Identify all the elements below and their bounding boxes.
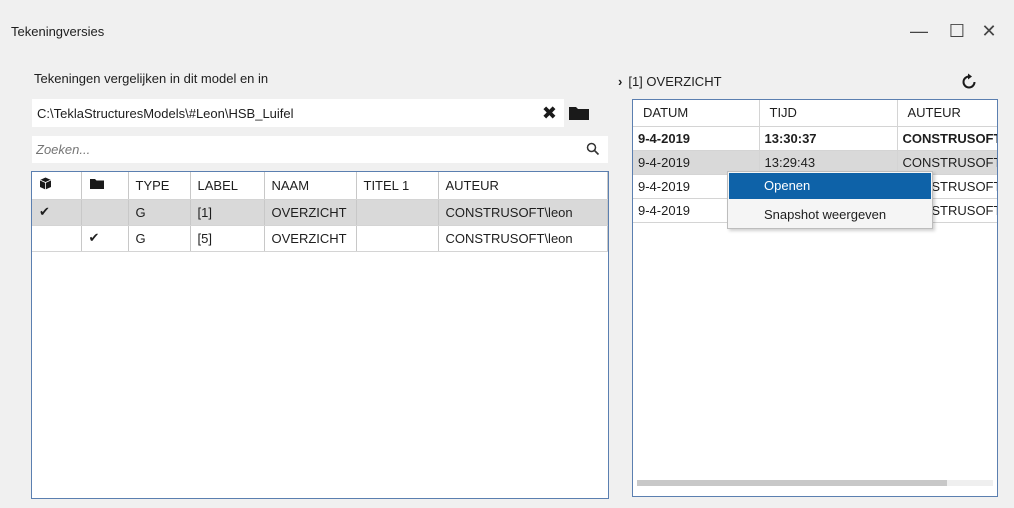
table-row[interactable]: ✔ G [1] OVERZICHT CONSTRUSOFT\leon <box>32 199 608 226</box>
cube-icon <box>39 177 52 190</box>
maximize-button[interactable]: ☐ <box>944 18 970 44</box>
window-title: Tekeningversies <box>11 24 105 39</box>
model-path-field[interactable]: C:\TeklaStructuresModels\#Leon\HSB_Luife… <box>32 99 564 127</box>
versions-grid[interactable]: DATUM TIJD AUTEUR 9-4-2019 13:30:37 CONS… <box>632 99 998 497</box>
label-cell: [5] <box>190 225 265 252</box>
column-header-folder[interactable] <box>81 172 129 200</box>
horizontal-scrollbar[interactable] <box>637 480 993 486</box>
model-check-cell: ✔ <box>32 199 82 226</box>
datum-cell: 9-4-2019 <box>633 126 760 151</box>
version-breadcrumb: › [1] OVERZICHT <box>618 74 722 89</box>
folder-icon[interactable] <box>568 105 590 121</box>
close-icon[interactable]: ✖ <box>542 103 557 124</box>
column-header-tijd[interactable]: TIJD <box>759 100 898 127</box>
context-menu: Openen Snapshot weergeven <box>727 171 933 229</box>
folder-check-cell: ✔ <box>81 225 129 252</box>
titel-cell <box>356 199 439 226</box>
column-header-label[interactable]: LABEL <box>190 172 265 200</box>
search-icon[interactable] <box>586 142 600 156</box>
context-menu-item-snapshot[interactable]: Snapshot weergeven <box>729 202 931 228</box>
title-bar: Tekeningversies — ☐ ✕ <box>0 0 1014 53</box>
type-cell: G <box>128 199 191 226</box>
search-input[interactable] <box>34 138 574 160</box>
column-header-type[interactable]: TYPE <box>128 172 191 200</box>
column-header-model[interactable] <box>32 172 82 200</box>
auteur-cell: CONSTRUSOFT\leon <box>438 199 608 226</box>
naam-cell: OVERZICHT <box>264 199 357 226</box>
column-header-auteur[interactable]: AUTEUR <box>897 100 997 127</box>
context-menu-item-openen[interactable]: Openen <box>729 173 931 199</box>
auteur-cell: CONSTRUSOFT <box>897 126 997 151</box>
model-check-cell <box>32 225 82 252</box>
minimize-button[interactable]: — <box>906 18 932 44</box>
grid-header-row: DATUM TIJD AUTEUR <box>633 100 997 127</box>
column-header-titel[interactable]: TITEL 1 <box>356 172 439 200</box>
close-button[interactable]: ✕ <box>976 18 1002 44</box>
type-cell: G <box>128 225 191 252</box>
titel-cell <box>356 225 439 252</box>
table-row[interactable]: ✔ G [5] OVERZICHT CONSTRUSOFT\leon <box>32 225 608 252</box>
refresh-icon[interactable] <box>960 73 978 91</box>
drawing-title: [1] OVERZICHT <box>628 74 722 89</box>
dialog-body: Tekeningen vergelijken in dit model en i… <box>10 53 1014 508</box>
compare-label: Tekeningen vergelijken in dit model en i… <box>34 71 269 86</box>
label-cell: [1] <box>190 199 265 226</box>
auteur-cell: CONSTRUSOFT\leon <box>438 225 608 252</box>
table-row[interactable]: 9-4-2019 13:30:37 CONSTRUSOFT <box>633 126 997 151</box>
naam-cell: OVERZICHT <box>264 225 357 252</box>
scrollbar-thumb[interactable] <box>637 480 947 486</box>
column-header-auteur[interactable]: AUTEUR <box>438 172 608 200</box>
column-header-naam[interactable]: NAAM <box>264 172 357 200</box>
drawings-grid[interactable]: TYPE LABEL NAAM TITEL 1 AUTEUR ✔ G [1] O… <box>31 171 609 499</box>
grid-header-row: TYPE LABEL NAAM TITEL 1 AUTEUR <box>32 172 608 200</box>
model-path-value: C:\TeklaStructuresModels\#Leon\HSB_Luife… <box>37 106 294 121</box>
tijd-cell: 13:30:37 <box>759 126 898 151</box>
folder-icon <box>89 178 104 189</box>
search-field[interactable] <box>32 136 608 163</box>
column-header-datum[interactable]: DATUM <box>633 100 760 127</box>
folder-check-cell <box>81 199 129 226</box>
chevron-right-icon[interactable]: › <box>618 74 622 89</box>
